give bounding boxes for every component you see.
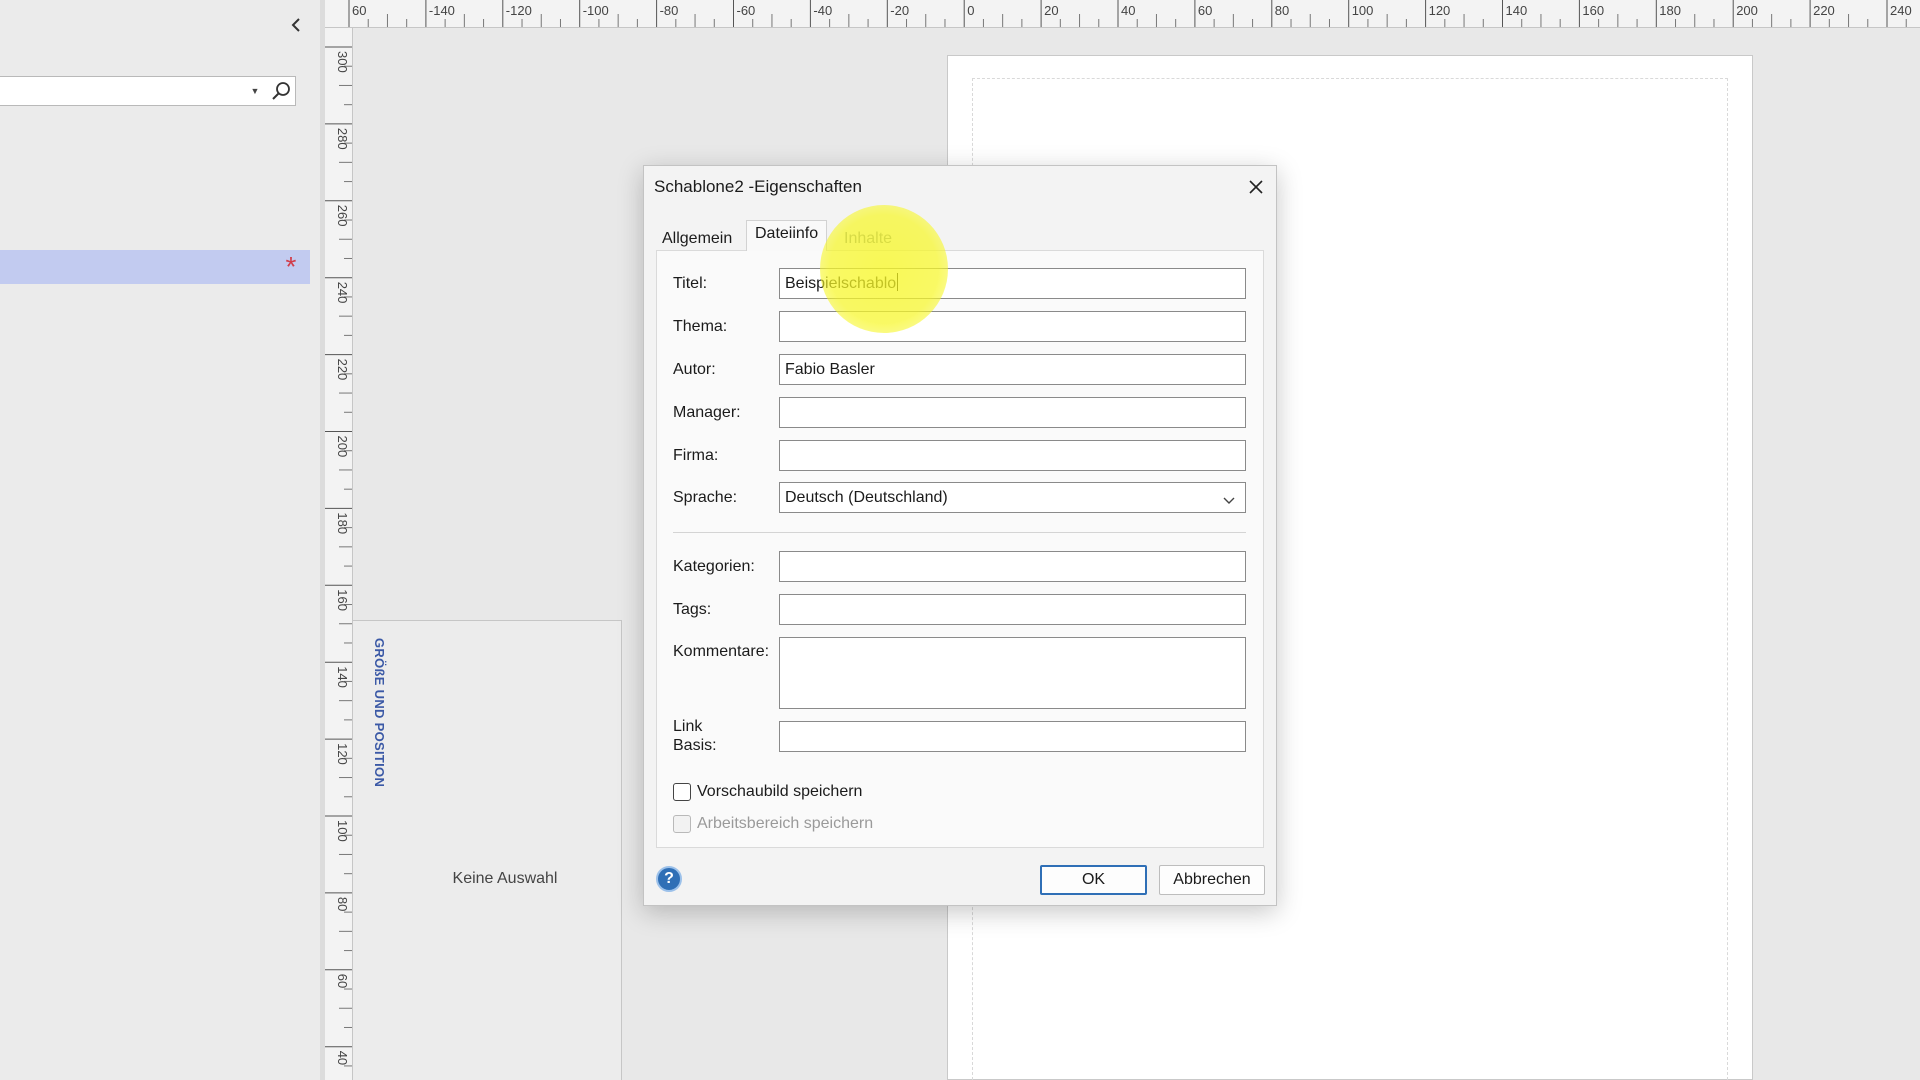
dialog-title: Schablone2 -Eigenschaften [654,177,862,196]
chevron-down-icon [1221,489,1237,505]
text-caret [897,273,899,291]
ruler-label: 80 [1275,3,1289,18]
ruler-label: 240 [1890,3,1912,18]
ruler-label: 60 [335,974,350,988]
help-icon[interactable]: ? [656,866,682,892]
cancel-button[interactable]: Abbrechen [1159,865,1265,895]
vertical-ruler: 300 280 260 240 220 200 180 160 140 120 100 80 60 40 [325,28,353,1080]
ruler-label: 0 [967,3,974,18]
language-select-value: Deutsch (Deutschland) [785,489,948,506]
size-position-panel-title[interactable]: GRÖßE UND POSITION [365,638,387,813]
ruler-label: -120 [506,3,532,18]
ruler-label: -80 [660,3,679,18]
close-icon[interactable] [1242,173,1270,201]
shapes-pane [0,0,320,1080]
language-label: Sprache: [673,489,738,506]
ruler-label: 40 [1121,3,1135,18]
ruler-label: 80 [335,897,350,911]
tab-inhalte[interactable]: Inhalte [844,226,892,252]
hyperlink-base-label-line2: Basis: [673,737,717,754]
ruler-label: 120 [335,743,350,765]
ruler-label: 300 [335,51,350,73]
title-field-value: Beispielschablo [785,275,897,292]
manager-field[interactable] [779,397,1246,428]
ruler-label: 200 [335,436,350,458]
ruler-label: 200 [1736,3,1758,18]
ruler-label: -20 [890,3,909,18]
chevron-left-icon[interactable] [286,12,306,38]
ruler-label: 180 [1659,3,1681,18]
ruler-label: 160 [335,589,350,611]
ruler-label: 220 [1813,3,1835,18]
ok-button[interactable]: OK [1040,865,1147,895]
title-label: Titel: [673,275,708,292]
company-label: Firma: [673,447,719,464]
ruler-label: 60 [1198,3,1212,18]
ruler-label: 140 [1506,3,1528,18]
tab-allgemein[interactable]: Allgemein [662,226,732,252]
ruler-label: 100 [335,820,350,842]
author-field[interactable]: Fabio Basler [779,354,1246,385]
ruler-label: 100 [1352,3,1374,18]
ruler-label: -140 [429,3,455,18]
save-preview-checkbox[interactable]: Vorschaubild speichern [673,781,862,803]
author-label: Autor: [673,361,716,378]
tags-label: Tags: [673,601,712,618]
horizontal-ruler: 60 -140 -120 -100 -80 -60 -40 -20 0 20 40 60 80 100 12… [325,0,1920,28]
size-position-panel [352,620,622,1080]
categories-label: Kategorien: [673,558,755,575]
search-icon[interactable] [270,80,292,102]
save-workspace-checkbox: Arbeitsbereich speichern [673,813,873,835]
comments-label: Kommentare: [673,643,770,660]
ruler-label: 40 [335,1051,350,1065]
ruler-label: 240 [335,282,350,304]
subject-label: Thema: [673,318,728,335]
tags-field[interactable] [779,594,1246,625]
manager-label: Manager: [673,404,741,421]
ruler-label: -100 [583,3,609,18]
ruler-label: 160 [1582,3,1604,18]
company-field[interactable] [779,440,1246,471]
red-asterisk-icon: * [285,251,297,282]
ruler-label: 280 [335,128,350,150]
save-preview-label: Vorschaubild speichern [697,783,863,800]
checkbox-box [673,815,691,833]
ruler-label: 60 [352,3,366,18]
subject-field[interactable] [779,311,1246,342]
section-divider [673,532,1246,533]
categories-field[interactable] [779,551,1246,582]
hyperlink-base-label-line1: Link [673,718,703,735]
save-workspace-label: Arbeitsbereich speichern [697,815,874,832]
ruler-label: -60 [737,3,756,18]
ruler-label: 220 [335,359,350,381]
ruler-label: 180 [335,512,350,534]
hyperlink-base-field[interactable] [779,721,1246,752]
comments-field[interactable] [779,637,1246,709]
ruler-label: -40 [813,3,832,18]
tab-dateiinfo[interactable]: Dateiinfo [746,220,828,251]
ruler-label: 120 [1429,3,1451,18]
ruler-label: 260 [335,205,350,227]
ruler-label: 20 [1044,3,1058,18]
caret-down-icon[interactable]: ▼ [248,84,262,98]
title-field[interactable]: Beispielschablo [779,268,1246,299]
ruler-label: 140 [335,666,350,688]
stencil-item-selected[interactable] [0,250,310,284]
no-selection-text: Keine Auswahl [452,870,558,887]
checkbox-box[interactable] [673,783,691,801]
language-select[interactable]: Deutsch (Deutschland) [779,482,1246,513]
